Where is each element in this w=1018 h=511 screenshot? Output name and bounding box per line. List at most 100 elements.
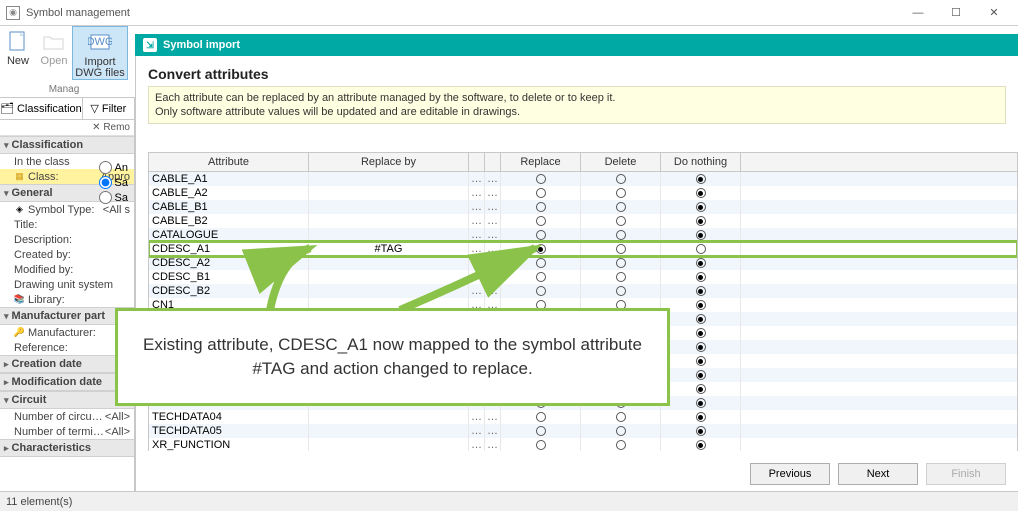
- col-delete-cell[interactable]: [581, 186, 661, 200]
- radio-button[interactable]: [616, 202, 626, 212]
- radio-button[interactable]: [616, 230, 626, 240]
- description-row[interactable]: Description:: [0, 232, 134, 247]
- col-nothing-cell[interactable]: [661, 256, 741, 270]
- col-replace-cell[interactable]: [501, 424, 581, 438]
- panel-characteristics[interactable]: ▸Characteristics: [0, 439, 134, 457]
- header-replace[interactable]: Replace: [501, 153, 581, 171]
- col-nothing-cell[interactable]: [661, 228, 741, 242]
- radio-button[interactable]: [696, 370, 706, 380]
- col-nothing-cell[interactable]: [661, 396, 741, 410]
- col-nothing-cell[interactable]: [661, 382, 741, 396]
- col-nothing-cell[interactable]: [661, 368, 741, 382]
- minimize-button[interactable]: —: [900, 3, 936, 23]
- radio-button[interactable]: [616, 244, 626, 254]
- radio-button[interactable]: [696, 300, 706, 310]
- radio-button[interactable]: [696, 258, 706, 268]
- radio-button[interactable]: [616, 174, 626, 184]
- radio-button[interactable]: [696, 356, 706, 366]
- radio-button[interactable]: [536, 188, 546, 198]
- col-nothing-cell[interactable]: [661, 312, 741, 326]
- radio-button[interactable]: [696, 342, 706, 352]
- radio-button[interactable]: [616, 440, 626, 450]
- maximize-button[interactable]: ☐: [938, 3, 974, 23]
- col-replace-cell[interactable]: [501, 172, 581, 186]
- radio-button[interactable]: [696, 384, 706, 394]
- table-row[interactable]: TECHDATA04……: [149, 410, 1017, 424]
- radio-button[interactable]: [536, 216, 546, 226]
- replace-by-cell[interactable]: [309, 424, 469, 438]
- radio-button[interactable]: [696, 328, 706, 338]
- picker-button[interactable]: …: [485, 186, 501, 200]
- radio-an[interactable]: An: [99, 160, 128, 175]
- reference-row[interactable]: Reference:: [0, 340, 134, 355]
- picker-button[interactable]: …: [469, 214, 485, 228]
- radio-button[interactable]: [696, 216, 706, 226]
- radio-button[interactable]: [616, 216, 626, 226]
- header-attribute[interactable]: Attribute: [149, 153, 309, 171]
- picker-button[interactable]: …: [469, 438, 485, 451]
- col-delete-cell[interactable]: [581, 270, 661, 284]
- radio-button[interactable]: [536, 174, 546, 184]
- table-row[interactable]: CABLE_B2……: [149, 214, 1017, 228]
- table-row[interactable]: CABLE_A2……: [149, 186, 1017, 200]
- radio-button[interactable]: [616, 286, 626, 296]
- replace-by-cell[interactable]: [309, 410, 469, 424]
- radio-button[interactable]: [696, 314, 706, 324]
- picker-button[interactable]: …: [469, 186, 485, 200]
- remove-button[interactable]: ✕ Remo: [92, 122, 130, 133]
- col-nothing-cell[interactable]: [661, 186, 741, 200]
- radio-button[interactable]: [696, 286, 706, 296]
- col-nothing-cell[interactable]: [661, 424, 741, 438]
- radio-button[interactable]: [696, 174, 706, 184]
- col-delete-cell[interactable]: [581, 410, 661, 424]
- library-row[interactable]: 📚Library:: [0, 292, 134, 307]
- radio-button[interactable]: [536, 202, 546, 212]
- table-row[interactable]: CABLE_B1……: [149, 200, 1017, 214]
- col-replace-cell[interactable]: [501, 410, 581, 424]
- radio-button[interactable]: [616, 258, 626, 268]
- replace-by-cell[interactable]: [309, 214, 469, 228]
- replace-by-cell[interactable]: [309, 200, 469, 214]
- col-delete-cell[interactable]: [581, 214, 661, 228]
- col-delete-cell[interactable]: [581, 284, 661, 298]
- col-delete-cell[interactable]: [581, 172, 661, 186]
- radio-button[interactable]: [696, 412, 706, 422]
- radio-button[interactable]: [616, 188, 626, 198]
- table-row[interactable]: TECHDATA05……: [149, 424, 1017, 438]
- new-button[interactable]: New: [0, 26, 36, 80]
- header-delete[interactable]: Delete: [581, 153, 661, 171]
- replace-by-cell[interactable]: [309, 172, 469, 186]
- panel-modification-date[interactable]: ▸Modification date: [0, 373, 134, 391]
- col-nothing-cell[interactable]: [661, 438, 741, 451]
- picker-button[interactable]: …: [485, 438, 501, 451]
- col-nothing-cell[interactable]: [661, 410, 741, 424]
- radio-button[interactable]: [616, 272, 626, 282]
- radio-button[interactable]: [696, 440, 706, 450]
- picker-button[interactable]: …: [485, 200, 501, 214]
- radio-button[interactable]: [696, 398, 706, 408]
- radio-button[interactable]: [536, 412, 546, 422]
- col-delete-cell[interactable]: [581, 424, 661, 438]
- radio-button[interactable]: [696, 188, 706, 198]
- col-replace-cell[interactable]: [501, 186, 581, 200]
- drawing-unit-row[interactable]: Drawing unit system: [0, 277, 134, 292]
- radio-button[interactable]: [616, 426, 626, 436]
- radio-button[interactable]: [696, 230, 706, 240]
- col-delete-cell[interactable]: [581, 200, 661, 214]
- picker-button[interactable]: …: [469, 410, 485, 424]
- col-nothing-cell[interactable]: [661, 284, 741, 298]
- radio-button[interactable]: [696, 272, 706, 282]
- import-dwg-button[interactable]: DWG Import DWG files: [72, 26, 128, 80]
- table-row[interactable]: CABLE_A1……: [149, 172, 1017, 186]
- tab-classification[interactable]: 🗂Classification: [0, 98, 83, 119]
- radio-sa[interactable]: Sa: [99, 175, 128, 190]
- col-nothing-cell[interactable]: [661, 172, 741, 186]
- col-nothing-cell[interactable]: [661, 242, 741, 256]
- picker-button[interactable]: …: [485, 214, 501, 228]
- radio-button[interactable]: [536, 230, 546, 240]
- num-terminals-row[interactable]: Number of terminals:<All>: [0, 424, 134, 439]
- replace-by-cell[interactable]: [309, 438, 469, 451]
- replace-by-cell[interactable]: [309, 186, 469, 200]
- close-button[interactable]: ✕: [976, 3, 1012, 23]
- col-nothing-cell[interactable]: [661, 298, 741, 312]
